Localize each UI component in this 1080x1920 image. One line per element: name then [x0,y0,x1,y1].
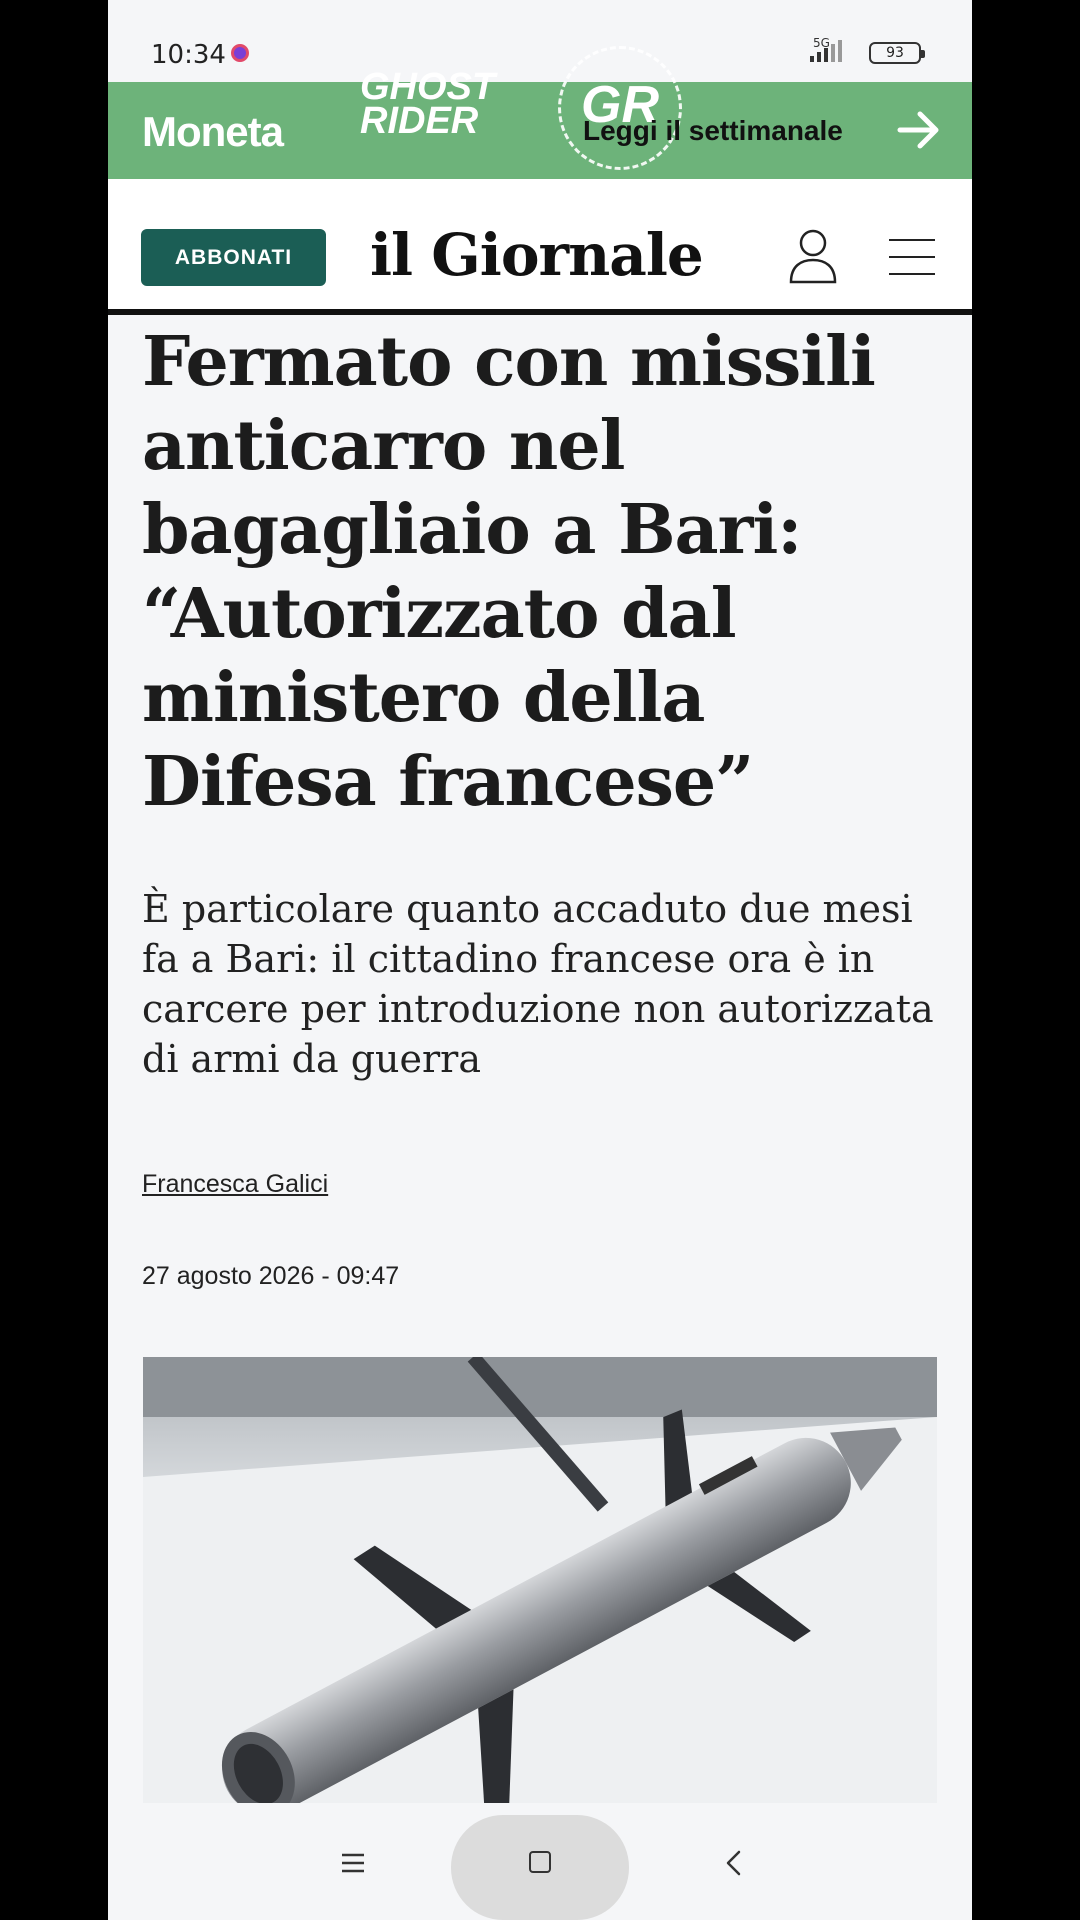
arrow-right-icon[interactable] [894,105,944,155]
notification-icon [231,44,249,62]
home-icon[interactable] [529,1851,551,1873]
ghost-rider-logo: GHOST RIDER [360,66,530,150]
gr-badge-logo: GR [558,46,682,170]
article-headline: Fermato con missili anticarro nel bagagl… [142,322,876,822]
subscribe-button[interactable]: ABBONATI [141,229,326,286]
promo-banner[interactable]: Moneta GHOST RIDER GR Leggi il settimana… [108,46,972,179]
battery-icon: 93 [869,42,925,64]
author-link[interactable]: Francesca Galici [142,1170,328,1199]
system-nav-bar [108,1803,972,1920]
back-icon[interactable] [722,1849,744,1877]
recent-apps-icon[interactable] [340,1851,366,1875]
ghost-rider-logo-line-1: GHOST [360,66,496,108]
publish-date: 27 agosto 2026 - 09:47 [142,1262,400,1290]
clock: 10:34 [151,40,226,70]
site-header: ABBONATI il Giornale [108,179,972,315]
promo-cta-label[interactable]: Leggi il settimanale [583,115,843,147]
status-bar: 10:34 5G 93 [108,0,972,82]
promo-brand: Moneta [142,108,284,155]
article-photo[interactable] [143,1357,937,1803]
article-subheadline: È particolare quanto accaduto due mesi f… [142,887,934,1081]
ghost-rider-logo-line-2: RIDER [360,100,479,142]
site-logo[interactable]: il Giornale [370,221,704,289]
user-icon[interactable] [788,228,838,284]
signal-strength-icon [810,40,842,62]
hamburger-menu-icon[interactable] [888,237,936,277]
phone-screen: 10:34 5G 93 Moneta GHOST RIDER GR Leggi … [108,0,972,1920]
missile-photo-illustration [143,1357,937,1803]
